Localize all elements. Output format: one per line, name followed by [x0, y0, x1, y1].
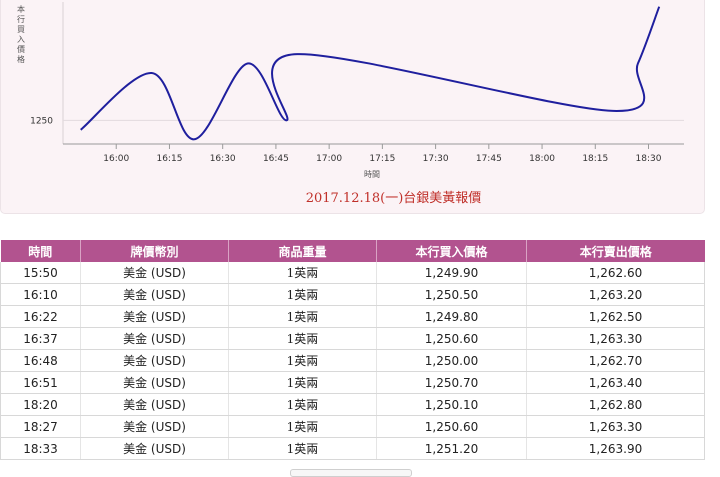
- x-tick-label: 17:45: [476, 154, 502, 164]
- y-axis-label: 本行買入價格: [17, 4, 25, 64]
- chart-grid: [62, 2, 684, 145]
- table-row: 18:20 美金 (USD) 1英兩 1,250.10 1,262.80: [0, 393, 705, 416]
- cell-sell: 1,263.30: [526, 415, 705, 438]
- cell-currency: 美金 (USD): [80, 393, 229, 416]
- cell-sell: 1,262.50: [526, 305, 705, 328]
- cell-sell: 1,262.60: [526, 262, 705, 284]
- cell-sell: 1,263.40: [526, 371, 705, 394]
- table-row: 18:27 美金 (USD) 1英兩 1,250.60 1,263.30: [0, 415, 705, 438]
- table-row: 16:37 美金 (USD) 1英兩 1,250.60 1,263.30: [0, 327, 705, 350]
- x-tick-label: 17:30: [423, 154, 449, 164]
- cell-weight: 1英兩: [228, 371, 377, 394]
- chart-panel: 本行買入價格 1250 16:00 16:15 16:30 16:45 17:00 17:…: [0, 0, 705, 214]
- x-tick-label: 18:00: [529, 154, 555, 164]
- col-header-time: 時間: [0, 240, 81, 262]
- cell-weight: 1英兩: [228, 305, 377, 328]
- x-axis-label: 時間: [364, 170, 380, 179]
- cell-weight: 1英兩: [228, 437, 377, 460]
- cell-weight: 1英兩: [228, 327, 377, 350]
- cell-buy: 1,250.60: [376, 415, 527, 438]
- cell-buy: 1,250.10: [376, 393, 527, 416]
- cell-time: 15:50: [0, 262, 81, 284]
- cell-currency: 美金 (USD): [80, 371, 229, 394]
- cell-currency: 美金 (USD): [80, 327, 229, 350]
- cell-buy: 1,249.80: [376, 305, 527, 328]
- cell-currency: 美金 (USD): [80, 415, 229, 438]
- y-axis-label-text: 本行買入價格: [17, 4, 25, 64]
- cell-currency: 美金 (USD): [80, 349, 229, 372]
- cell-buy: 1,250.50: [376, 283, 527, 306]
- cell-buy: 1,250.70: [376, 371, 527, 394]
- col-header-sell: 本行賣出價格: [526, 240, 705, 262]
- series-line: [80, 6, 661, 141]
- cell-weight: 1英兩: [228, 262, 377, 284]
- x-tick-label: 16:45: [263, 154, 289, 164]
- cell-sell: 1,263.90: [526, 437, 705, 460]
- table-header-row: 時間 牌價幣別 商品重量 本行買入價格 本行賣出價格: [0, 240, 705, 262]
- cell-time: 18:20: [0, 393, 81, 416]
- col-header-buy: 本行買入價格: [376, 240, 527, 262]
- cell-time: 16:37: [0, 327, 81, 350]
- y-axis-ticks: 1250: [30, 116, 53, 126]
- cell-currency: 美金 (USD): [80, 437, 229, 460]
- y-tick-label: 1250: [30, 116, 53, 126]
- x-tick-label: 17:00: [316, 154, 342, 164]
- cell-sell: 1,262.70: [526, 349, 705, 372]
- cell-time: 16:48: [0, 349, 81, 372]
- x-tick-label: 16:15: [156, 154, 182, 164]
- x-tick-label: 16:30: [210, 154, 236, 164]
- cell-weight: 1英兩: [228, 393, 377, 416]
- x-axis-ticks: 16:00 16:15 16:30 16:45 17:00 17:15 17:30 17:45…: [103, 144, 662, 164]
- col-header-weight: 商品重量: [228, 240, 377, 262]
- cell-time: 18:33: [0, 437, 81, 460]
- cell-time: 16:10: [0, 283, 81, 306]
- cell-weight: 1英兩: [228, 283, 377, 306]
- cell-buy: 1,250.60: [376, 327, 527, 350]
- cell-currency: 美金 (USD): [80, 283, 229, 306]
- cell-time: 18:27: [0, 415, 81, 438]
- table-row: 16:10 美金 (USD) 1英兩 1,250.50 1,263.20: [0, 283, 705, 306]
- chart-caption: 2017.12.18(一)台銀美黃報價: [305, 191, 482, 206]
- cell-sell: 1,262.80: [526, 393, 705, 416]
- cell-currency: 美金 (USD): [80, 305, 229, 328]
- x-tick-label: 16:00: [103, 154, 129, 164]
- cell-currency: 美金 (USD): [80, 262, 229, 284]
- cell-weight: 1英兩: [228, 415, 377, 438]
- table-row: 16:22 美金 (USD) 1英兩 1,249.80 1,262.50: [0, 305, 705, 328]
- cell-buy: 1,250.00: [376, 349, 527, 372]
- table-row: 16:51 美金 (USD) 1英兩 1,250.70 1,263.40: [0, 371, 705, 394]
- cell-buy: 1,249.90: [376, 262, 527, 284]
- x-tick-label: 18:30: [636, 154, 662, 164]
- price-table: 時間 牌價幣別 商品重量 本行買入價格 本行賣出價格 15:50 美金 (USD)…: [0, 240, 705, 460]
- col-header-currency: 牌價幣別: [80, 240, 229, 262]
- price-line-chart: 本行買入價格 1250 16:00 16:15 16:30 16:45 17:00 17:…: [17, 2, 684, 179]
- table-row: 15:50 美金 (USD) 1英兩 1,249.90 1,262.60: [0, 262, 705, 284]
- x-tick-label: 17:15: [369, 154, 395, 164]
- x-tick-label: 18:15: [582, 154, 608, 164]
- cell-buy: 1,251.20: [376, 437, 527, 460]
- cell-time: 16:51: [0, 371, 81, 394]
- scroll-handle[interactable]: [290, 469, 412, 477]
- cell-sell: 1,263.20: [526, 283, 705, 306]
- cell-weight: 1英兩: [228, 349, 377, 372]
- cell-sell: 1,263.30: [526, 327, 705, 350]
- table-row: 16:48 美金 (USD) 1英兩 1,250.00 1,262.70: [0, 349, 705, 372]
- cell-time: 16:22: [0, 305, 81, 328]
- table-row: 18:33 美金 (USD) 1英兩 1,251.20 1,263.90: [0, 437, 705, 460]
